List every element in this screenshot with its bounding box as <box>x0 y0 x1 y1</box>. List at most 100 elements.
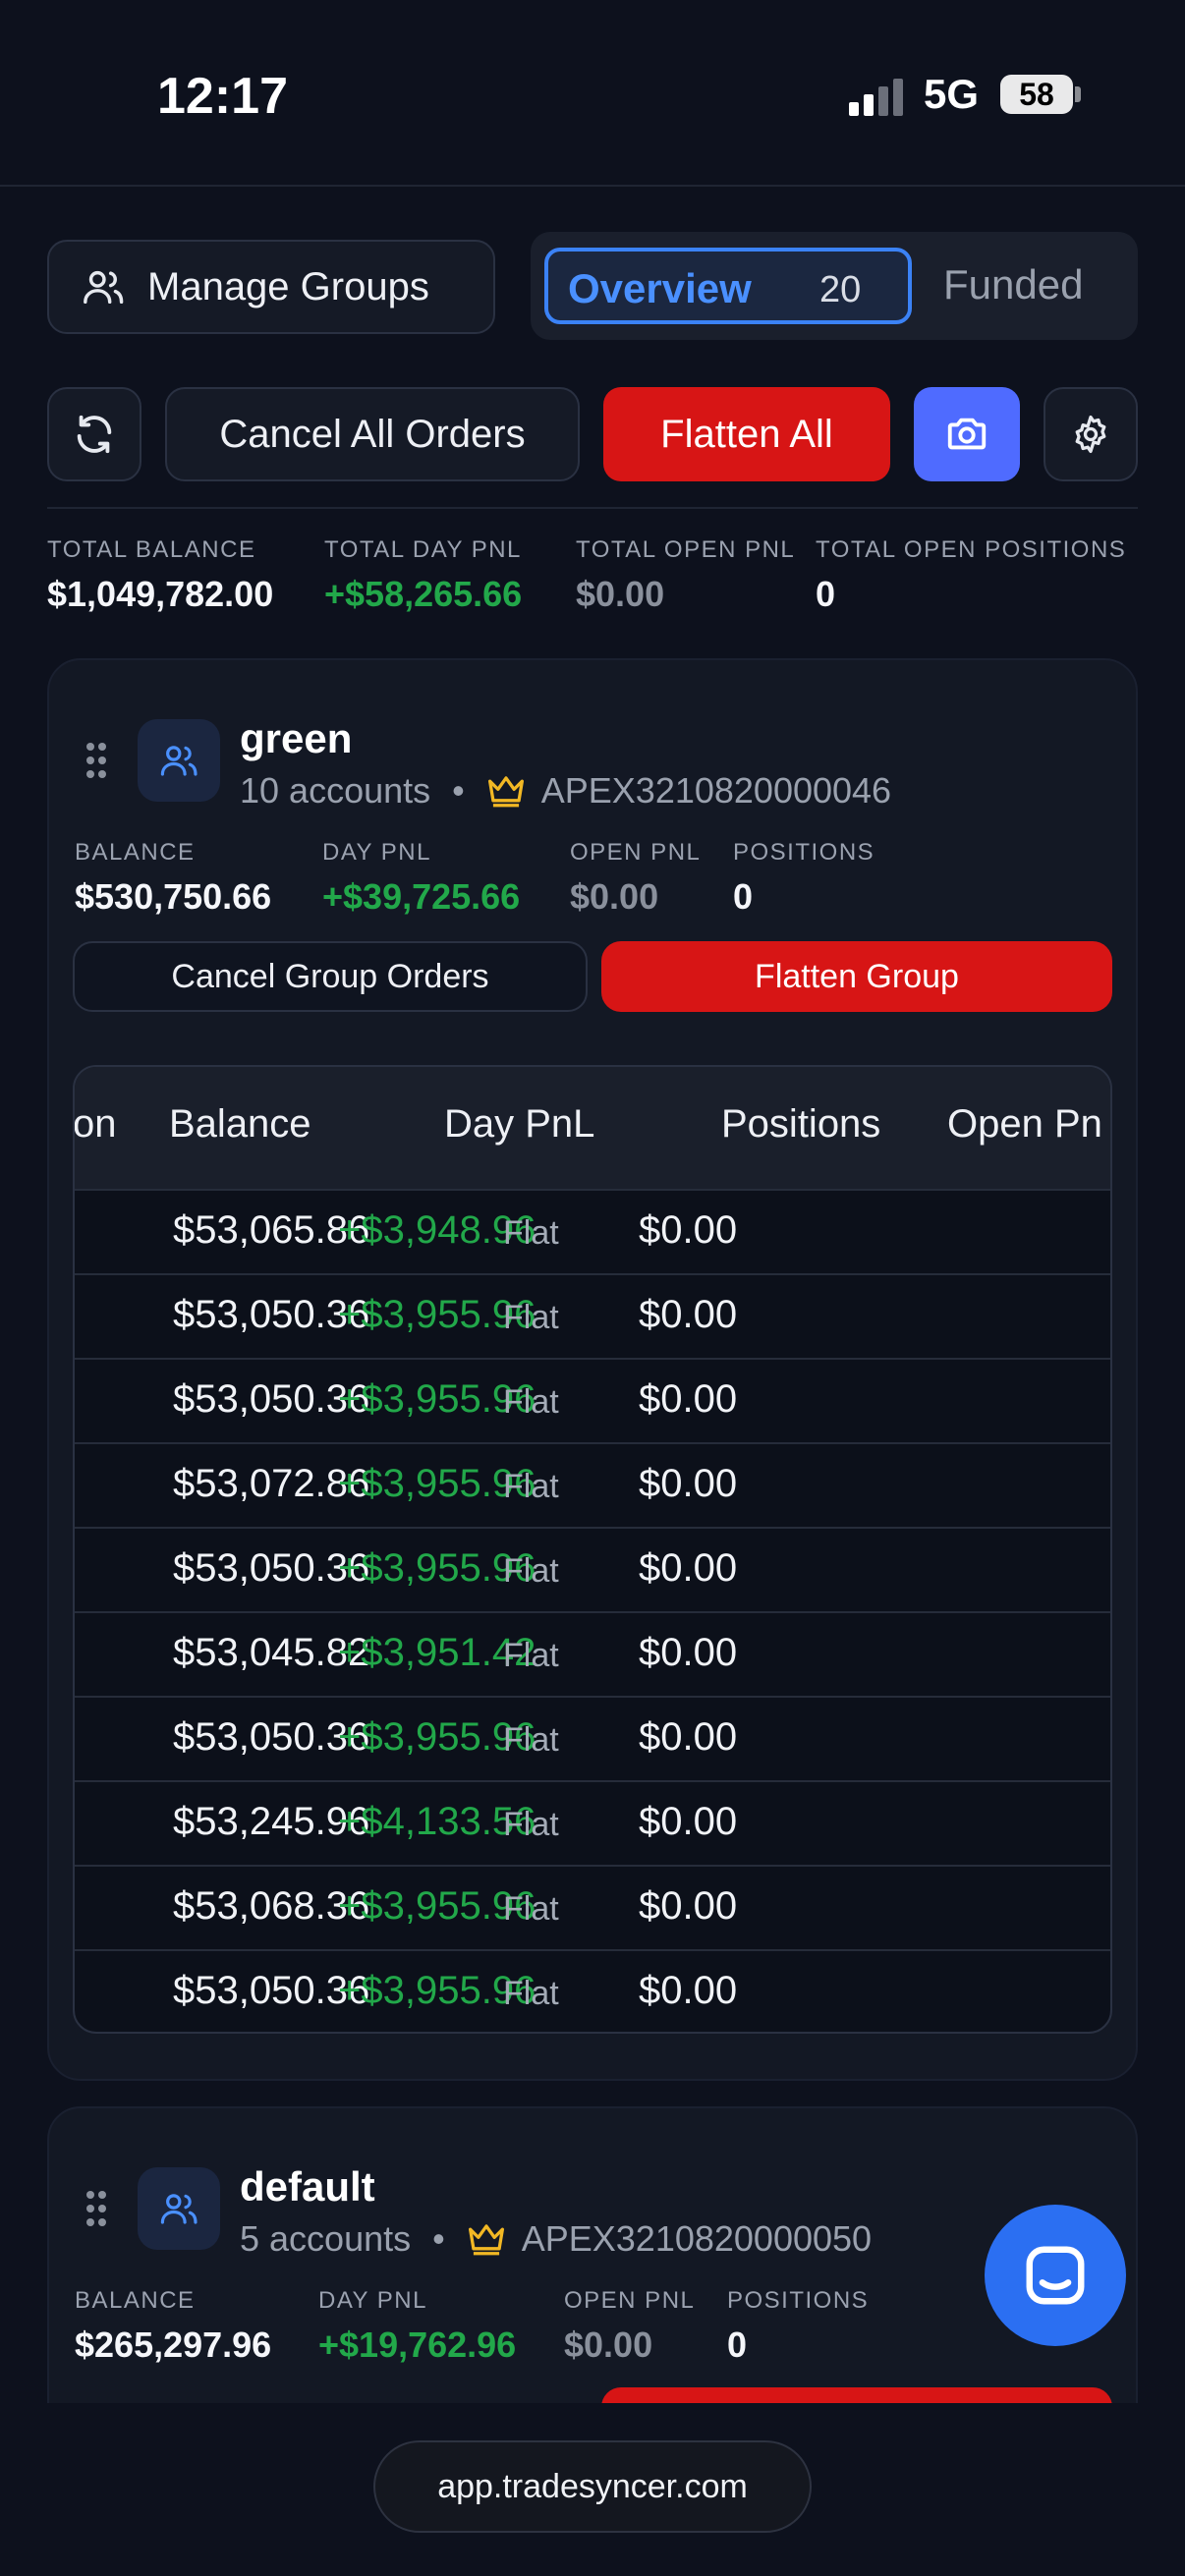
group-subtitle: 10 accounts • APEX3210820000046 <box>240 770 891 812</box>
tab-overview[interactable]: Overview 20 <box>544 248 912 324</box>
flatten-group-button[interactable]: Flatten Group <box>601 941 1112 1012</box>
cell-open-pnl: $0.00 <box>639 1800 738 1843</box>
table-row[interactable]: $53,050.36 +$3,955.96 Flat $0.00 <box>75 1696 1110 1782</box>
tab-overview-count: 20 <box>819 269 862 310</box>
column-header-account[interactable]: on <box>75 1102 117 1147</box>
cell-positions: Flat <box>503 1637 559 1674</box>
group-open-pnl-value: $0.00 <box>564 2324 653 2365</box>
table-row[interactable]: $53,050.36 +$3,955.96 Flat $0.00 <box>75 1273 1110 1360</box>
table-row[interactable]: $53,050.36 +$3,955.96 Flat $0.00 <box>75 1949 1110 2032</box>
address-bar[interactable]: app.tradesyncer.com <box>373 2440 812 2533</box>
cell-positions: Flat <box>503 1468 559 1505</box>
column-header-day-pnl[interactable]: Day PnL <box>444 1102 594 1147</box>
signal-icon <box>849 79 908 116</box>
group-day-pnl: DAY PNL +$19,762.96 <box>318 2287 516 2366</box>
group-balance: BALANCE $265,297.96 <box>75 2287 271 2366</box>
cell-open-pnl: $0.00 <box>639 1715 738 1759</box>
camera-icon <box>947 418 987 450</box>
cell-positions: Flat <box>503 1383 559 1421</box>
total-day-pnl-value: +$58,265.66 <box>324 574 523 614</box>
total-day-pnl-label: TOTAL DAY PNL <box>324 536 522 563</box>
screenshot-button[interactable] <box>914 387 1020 481</box>
cell-open-pnl: $0.00 <box>639 1969 738 2012</box>
cell-positions: Flat <box>503 1975 559 2012</box>
group-open-pnl-value: $0.00 <box>570 876 659 917</box>
chat-icon <box>1026 2246 1085 2305</box>
status-time: 12:17 <box>157 68 288 125</box>
group-accounts-count: 5 accounts <box>240 2218 412 2259</box>
flatten-all-button[interactable]: Flatten All <box>603 387 890 481</box>
group-subtitle: 5 accounts • APEX3210820000050 <box>240 2218 872 2260</box>
cancel-all-orders-button[interactable]: Cancel All Orders <box>165 387 580 481</box>
group-balance: BALANCE $530,750.66 <box>75 839 271 918</box>
users-icon <box>84 270 124 305</box>
total-day-pnl: TOTAL DAY PNL +$58,265.66 <box>324 536 522 615</box>
table-row[interactable]: $53,065.86 +$3,948.96 Flat $0.00 <box>75 1189 1110 1275</box>
total-balance-label: TOTAL BALANCE <box>47 536 256 563</box>
group-balance-label: BALANCE <box>75 2287 196 2314</box>
cell-open-pnl: $0.00 <box>639 1546 738 1590</box>
cell-open-pnl: $0.00 <box>639 1208 738 1252</box>
group-open-pnl: OPEN PNL $0.00 <box>570 839 701 918</box>
total-open-pnl-value: $0.00 <box>576 574 665 614</box>
column-header-open-pnl[interactable]: Open Pn <box>947 1102 1102 1147</box>
group-day-pnl: DAY PNL +$39,725.66 <box>322 839 520 918</box>
manage-groups-label: Manage Groups <box>147 264 429 308</box>
table-row[interactable]: $53,050.36 +$3,955.96 Flat $0.00 <box>75 1358 1110 1444</box>
chat-button[interactable] <box>985 2205 1126 2346</box>
refresh-icon <box>77 415 112 454</box>
divider <box>47 507 1138 509</box>
group-positions-value: 0 <box>733 876 754 917</box>
group-name: green <box>240 715 353 761</box>
cell-positions: Flat <box>503 1214 559 1252</box>
users-icon <box>160 746 198 776</box>
group-open-pnl: OPEN PNL $0.00 <box>564 2287 695 2366</box>
group-positions-label: POSITIONS <box>733 839 875 866</box>
manage-groups-button[interactable]: Manage Groups <box>47 240 495 334</box>
users-icon <box>160 2194 198 2224</box>
group-balance-value: $530,750.66 <box>75 876 272 917</box>
group-positions-value: 0 <box>727 2324 748 2365</box>
table-row[interactable]: $53,245.96 +$4,133.56 Flat $0.00 <box>75 1780 1110 1867</box>
table-header: on Balance Day PnL Positions Open Pn <box>75 1067 1110 1189</box>
cell-positions: Flat <box>503 1721 559 1759</box>
group-day-pnl-label: DAY PNL <box>322 839 431 866</box>
table-row[interactable]: $53,068.36 +$3,955.96 Flat $0.00 <box>75 1865 1110 1951</box>
column-header-positions[interactable]: Positions <box>721 1102 880 1147</box>
settings-button[interactable] <box>1044 387 1138 481</box>
table-row[interactable]: $53,072.86 +$3,955.96 Flat $0.00 <box>75 1442 1110 1529</box>
group-leader-account: APEX3210820000050 <box>521 2218 873 2259</box>
group-icon <box>138 719 220 802</box>
group-day-pnl-label: DAY PNL <box>318 2287 427 2314</box>
group-open-pnl-label: OPEN PNL <box>564 2287 696 2314</box>
total-open-positions-label: TOTAL OPEN POSITIONS <box>816 536 1127 563</box>
cell-open-pnl: $0.00 <box>639 1293 738 1336</box>
crown-icon <box>487 776 524 808</box>
group-name: default <box>240 2163 375 2210</box>
total-open-positions-value: 0 <box>816 574 836 614</box>
tab-overview-label: Overview <box>568 265 752 311</box>
battery-tip <box>1075 86 1081 102</box>
tab-funded[interactable]: Funded <box>943 261 1083 308</box>
network-type: 5G <box>924 71 980 117</box>
column-header-balance[interactable]: Balance <box>169 1102 311 1147</box>
cell-positions: Flat <box>503 1299 559 1336</box>
group-positions: POSITIONS 0 <box>727 2287 869 2366</box>
group-icon <box>138 2167 220 2250</box>
cancel-group-orders-button[interactable]: Cancel Group Orders <box>73 941 588 1012</box>
group-balance-value: $265,297.96 <box>75 2324 272 2365</box>
refresh-button[interactable] <box>47 387 141 481</box>
accounts-table[interactable]: on Balance Day PnL Positions Open Pn $53… <box>73 1065 1112 2034</box>
total-open-pnl: TOTAL OPEN PNL $0.00 <box>576 536 795 615</box>
cell-open-pnl: $0.00 <box>639 1884 738 1928</box>
group-day-pnl-value: +$39,725.66 <box>322 876 521 917</box>
table-row[interactable]: $53,045.82 +$3,951.42 Flat $0.00 <box>75 1611 1110 1698</box>
group-leader-account: APEX3210820000046 <box>540 770 892 811</box>
cell-positions: Flat <box>503 1552 559 1590</box>
cell-open-pnl: $0.00 <box>639 1377 738 1421</box>
table-row[interactable]: $53,050.36 +$3,955.96 Flat $0.00 <box>75 1527 1110 1613</box>
drag-handle-icon-col <box>98 2191 118 2232</box>
cell-open-pnl: $0.00 <box>639 1462 738 1505</box>
separator-dot: • <box>452 770 465 811</box>
group-open-pnl-label: OPEN PNL <box>570 839 702 866</box>
